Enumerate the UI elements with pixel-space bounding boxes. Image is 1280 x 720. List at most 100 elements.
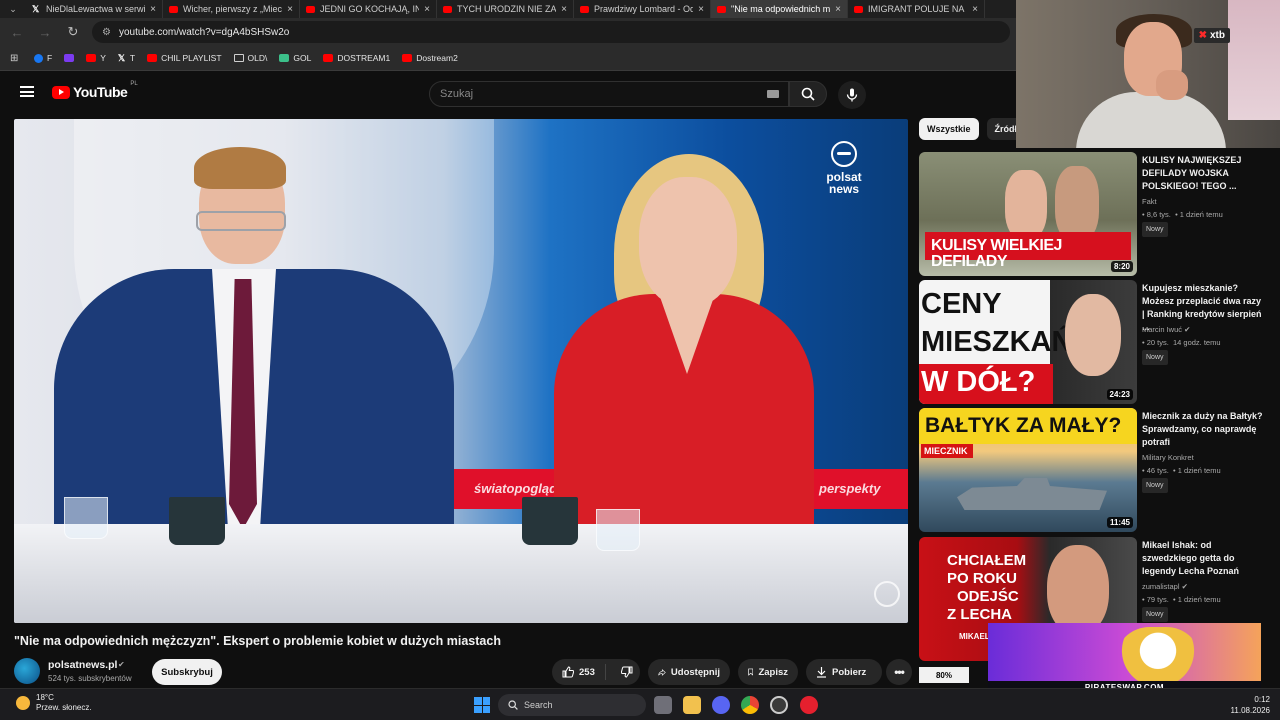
browser-tab[interactable]: Prawdziwy Lombard - Od × bbox=[574, 0, 711, 18]
new-badge-row: Nowy bbox=[1142, 222, 1266, 237]
close-tab-icon[interactable]: × bbox=[835, 4, 841, 15]
keyboard-icon[interactable] bbox=[767, 90, 779, 98]
recommended-video[interactable]: BAŁTYK ZA MAŁY? MIECZNIK 11:45 Miecznik … bbox=[919, 408, 1269, 532]
close-tab-icon[interactable]: × bbox=[287, 4, 293, 15]
file-explorer-icon[interactable] bbox=[683, 696, 701, 714]
taskbar-search[interactable]: Search bbox=[498, 694, 646, 716]
recommended-channel[interactable]: Military Konkret bbox=[1142, 451, 1266, 464]
subscribe-button[interactable]: Subskrybuj bbox=[152, 659, 222, 685]
menu-hamburger-icon[interactable] bbox=[20, 86, 34, 97]
twitch-icon bbox=[64, 54, 75, 62]
recommended-channel[interactable]: Marcin Iwuć ✔ bbox=[1142, 323, 1266, 336]
recommended-stats: • 46 tys. • 1 dzień temu bbox=[1142, 466, 1221, 475]
obs-icon[interactable] bbox=[770, 696, 788, 714]
overlay-word: światopogląd bbox=[474, 481, 558, 496]
youtube-app-icon[interactable] bbox=[800, 696, 818, 714]
video-thumbnail[interactable]: BAŁTYK ZA MAŁY? MIECZNIK 11:45 bbox=[919, 408, 1137, 532]
dislike-button[interactable] bbox=[611, 666, 643, 678]
browser-tab[interactable]: IMIGRANT POLUJE NA PO × bbox=[848, 0, 985, 18]
mug bbox=[169, 497, 225, 545]
thumbnail-person bbox=[1065, 294, 1121, 376]
more-actions-button[interactable]: ••• bbox=[886, 659, 912, 685]
video-thumbnail[interactable]: KULISY WIELKIEJ DEFILADY 8:20 bbox=[919, 152, 1137, 276]
system-clock[interactable]: 0:12 11.08.2026 bbox=[1231, 694, 1270, 716]
browser-tab[interactable]: JEDNI GO KOCHAJĄ, INNI × bbox=[300, 0, 437, 18]
youtube-logo[interactable]: YouTube PL bbox=[52, 81, 138, 100]
reload-icon[interactable]: ↻ bbox=[64, 24, 82, 40]
bookmark-item[interactable]: Y bbox=[86, 53, 106, 63]
discord-icon[interactable] bbox=[712, 696, 730, 714]
share-button[interactable]: Udostępnij bbox=[648, 659, 730, 685]
video-duration: 8:20 bbox=[1110, 261, 1133, 272]
bookmark-item[interactable]: F bbox=[34, 53, 52, 63]
browser-tab-strip: ⌄ 𝕏 NieDlaLewactwa w serwis × Wicher, pi… bbox=[0, 0, 1016, 18]
recommended-video[interactable]: CENY MIESZKAŃ W DÓŁ? 24:23 Kupujesz mies… bbox=[919, 280, 1269, 404]
youtube-icon bbox=[854, 5, 863, 13]
polsat-news-logo: polsat news bbox=[822, 141, 866, 195]
tab-title: Wicher, pierwszy z „Miecz bbox=[183, 4, 283, 14]
close-tab-icon[interactable]: × bbox=[561, 4, 567, 15]
bookmark-label: T bbox=[129, 53, 136, 63]
site-info-icon[interactable]: ⚙ bbox=[102, 27, 111, 38]
channel-name[interactable]: polsatnews.pl bbox=[48, 659, 117, 671]
channel-watermark-icon[interactable] bbox=[874, 581, 900, 607]
recommended-channel[interactable]: Fakt bbox=[1142, 195, 1266, 208]
weather-condition: Przew. słonecz. bbox=[36, 703, 92, 712]
task-view-icon[interactable] bbox=[654, 696, 672, 714]
close-tab-icon[interactable]: × bbox=[972, 4, 978, 15]
browser-tab-active[interactable]: "Nie ma odpowiednich m × bbox=[711, 0, 848, 18]
bookmark-item[interactable]: GOL bbox=[279, 53, 311, 63]
search-input[interactable]: Szukaj bbox=[429, 81, 789, 107]
thumbnail-text-line: CENY bbox=[921, 288, 1002, 320]
recommended-title[interactable]: Mikael Ishak: od szwedzkiego getta do le… bbox=[1142, 539, 1266, 578]
browser-tab[interactable]: TYCH URODZIN NIE ZAPO × bbox=[437, 0, 574, 18]
voice-search-button[interactable] bbox=[838, 81, 866, 109]
browser-tab[interactable]: 𝕏 NieDlaLewactwa w serwis × bbox=[26, 0, 163, 18]
search-button[interactable] bbox=[789, 81, 827, 107]
close-tab-icon[interactable]: × bbox=[150, 4, 156, 15]
channel-avatar[interactable] bbox=[14, 658, 40, 684]
youtube-icon bbox=[147, 54, 158, 62]
back-arrow-icon[interactable]: ← bbox=[8, 25, 26, 40]
recommended-title[interactable]: KULISY NAJWIĘKSZEJ DEFILADY WOJSKA POLSK… bbox=[1142, 154, 1266, 193]
recommended-channel[interactable]: zumalistapl ✔ bbox=[1142, 580, 1266, 593]
video-duration: 11:45 bbox=[1106, 517, 1133, 528]
chrome-icon[interactable] bbox=[741, 696, 759, 714]
bookmark-item[interactable]: DOSTREAM1 bbox=[323, 53, 390, 63]
recommended-stats: • 79 tys. • 1 dzień temu bbox=[1142, 595, 1221, 604]
youtube-icon bbox=[717, 5, 726, 13]
video-thumbnail[interactable]: CENY MIESZKAŃ W DÓŁ? 24:23 bbox=[919, 280, 1137, 404]
tab-title: NieDlaLewactwa w serwis bbox=[46, 4, 146, 14]
download-button[interactable]: Pobierz bbox=[806, 659, 882, 685]
forward-arrow-icon[interactable]: → bbox=[36, 25, 54, 40]
chip-all[interactable]: Wszystkie bbox=[919, 118, 979, 140]
apps-grid-icon[interactable]: ⊞ bbox=[10, 53, 22, 64]
download-icon bbox=[817, 667, 826, 678]
bookmark-item[interactable]: Dostream2 bbox=[402, 53, 458, 63]
folder-icon bbox=[233, 54, 244, 62]
search-icon bbox=[508, 700, 518, 710]
bookmark-item[interactable]: CHIL PLAYLIST bbox=[147, 53, 222, 63]
like-button[interactable]: 253 bbox=[552, 664, 606, 680]
video-player[interactable]: re sja światopogląd perspekty polsat new… bbox=[14, 119, 908, 623]
new-badge-row: Nowy bbox=[1142, 478, 1266, 493]
browser-tab[interactable]: Wicher, pierwszy z „Miecz × bbox=[163, 0, 300, 18]
thumbnail-text-line: MIKAEL bbox=[959, 632, 990, 641]
bookmark-item[interactable] bbox=[64, 54, 75, 62]
windows-start-icon[interactable] bbox=[474, 697, 490, 713]
thumbnail-person bbox=[1005, 170, 1047, 240]
close-tab-icon[interactable]: × bbox=[424, 4, 430, 15]
bookmark-item[interactable]: 𝕏T bbox=[118, 53, 135, 63]
recommended-title[interactable]: Miecznik za duży na Bałtyk? Sprawdzamy, … bbox=[1142, 410, 1266, 449]
clock-date: 11.08.2026 bbox=[1230, 706, 1270, 715]
studio-desk bbox=[14, 524, 908, 623]
close-tab-icon[interactable]: × bbox=[698, 4, 704, 15]
bookmark-label: Y bbox=[100, 53, 106, 63]
weather-widget[interactable]: 18°C Przew. słonecz. bbox=[16, 693, 92, 713]
address-bar[interactable]: ⚙ youtube.com/watch?v=dgA4bSHSw2o bbox=[92, 21, 1010, 43]
recommended-video[interactable]: KULISY WIELKIEJ DEFILADY 8:20 KULISY NAJ… bbox=[919, 152, 1269, 276]
tab-list-chevron-icon[interactable]: ⌄ bbox=[0, 4, 26, 15]
bookmark-folder[interactable]: OLD\ bbox=[233, 53, 267, 63]
save-button[interactable]: Zapisz bbox=[738, 659, 798, 685]
tab-title: IMIGRANT POLUJE NA PO bbox=[868, 4, 967, 14]
